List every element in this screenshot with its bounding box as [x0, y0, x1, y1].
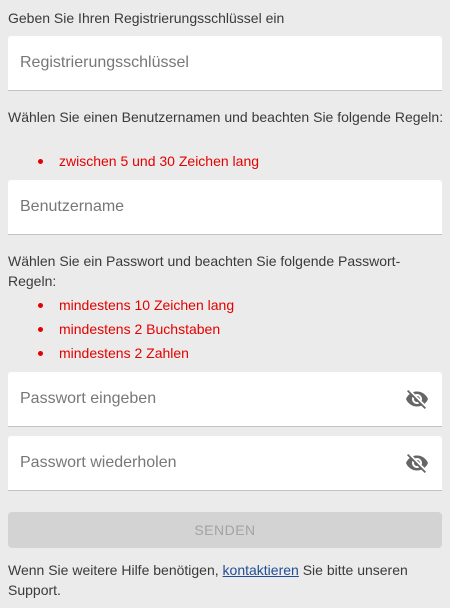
username-input[interactable] — [20, 180, 430, 234]
help-text-before: Wenn Sie weitere Hilfe benötigen, — [8, 562, 223, 578]
password-input[interactable] — [20, 372, 404, 426]
username-instruction: Wählen Sie einen Benutzernamen und beach… — [8, 109, 444, 125]
username-rule-length: zwischen 5 und 30 Zeichen lang — [38, 149, 259, 173]
username-field[interactable] — [8, 180, 442, 235]
password-rule-length: mindestens 10 Zeichen lang — [38, 293, 234, 317]
password-instruction: Wählen Sie ein Passwort und beachten Sie… — [8, 253, 401, 289]
help-text: Wenn Sie weitere Hilfe benötigen, kontak… — [8, 560, 444, 600]
password-field[interactable] — [8, 372, 442, 427]
repeat-password-field[interactable] — [8, 436, 442, 491]
registration-key-field[interactable] — [8, 36, 442, 91]
registration-key-input[interactable] — [20, 36, 430, 90]
username-rules-list: zwischen 5 und 30 Zeichen lang — [38, 149, 259, 173]
eye-off-icon[interactable] — [404, 450, 430, 476]
eye-off-icon[interactable] — [404, 386, 430, 412]
registration-key-heading: Geben Sie Ihren Registrierungsschlüssel … — [8, 10, 285, 26]
password-rule-digits: mindestens 2 Zahlen — [38, 341, 234, 365]
password-rule-letters: mindestens 2 Buchstaben — [38, 317, 234, 341]
repeat-password-input[interactable] — [20, 436, 404, 490]
contact-link[interactable]: kontaktieren — [223, 562, 299, 578]
registration-form: Geben Sie Ihren Registrierungsschlüssel … — [0, 0, 450, 608]
submit-button[interactable]: SENDEN — [8, 512, 442, 548]
password-rules-list: mindestens 10 Zeichen lang mindestens 2 … — [38, 293, 234, 365]
